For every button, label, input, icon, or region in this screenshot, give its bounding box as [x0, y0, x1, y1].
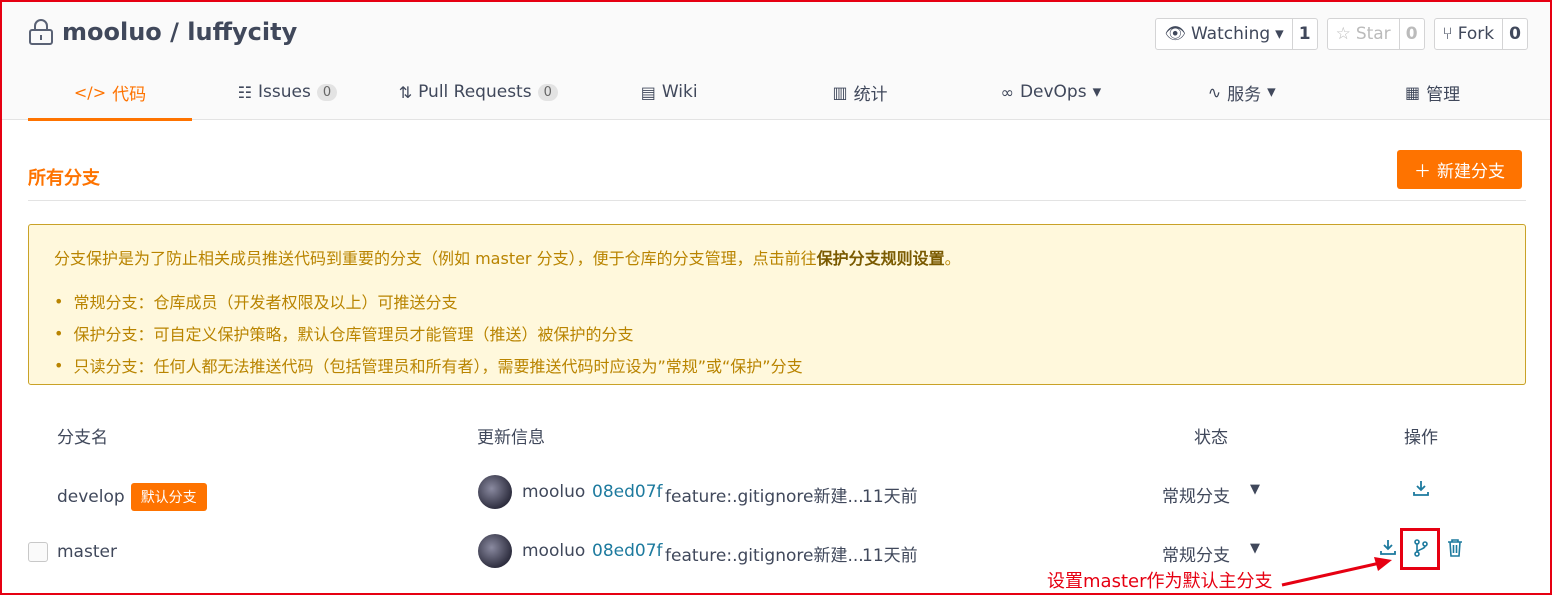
- star-label: Star: [1355, 24, 1391, 44]
- caret-down-icon: ▾: [1275, 24, 1284, 44]
- column-header-status: 状态: [1194, 428, 1228, 448]
- fork-icon: ⑂: [1442, 24, 1453, 44]
- infinity-icon: ∞: [1000, 82, 1014, 102]
- eye-icon: 👁: [1164, 24, 1186, 44]
- avatar[interactable]: [478, 475, 512, 509]
- delete-icon[interactable]: [1446, 538, 1464, 562]
- protection-rules-link[interactable]: 保护分支规则设置: [817, 249, 945, 268]
- watch-count[interactable]: 1: [1291, 19, 1317, 49]
- column-header-update: 更新信息: [477, 428, 545, 448]
- commit-time: 11天前: [862, 487, 918, 507]
- notice-list: 常规分支：仓库成员（开发者权限及以上）可推送分支 保护分支：可自定义保护策略，默…: [54, 285, 803, 381]
- annotation-text: 设置master作为默认主分支: [1047, 571, 1273, 592]
- tab-devops[interactable]: ∞ DevOps ▾: [955, 64, 1146, 120]
- caret-down-icon: ▾: [1267, 82, 1276, 102]
- tab-manage[interactable]: ▦ 管理: [1337, 64, 1528, 120]
- branch-name-link[interactable]: master: [57, 542, 117, 562]
- watch-button[interactable]: 👁 Watching ▾ 1: [1155, 18, 1318, 50]
- branch-select-checkbox[interactable]: [28, 542, 48, 562]
- repo-title: mooluo / luffycity: [28, 18, 297, 46]
- lock-icon: [28, 18, 54, 46]
- table-row: develop 默认分支 mooluo 08ed07f feature:.giti…: [28, 465, 1526, 523]
- commit-sha-link[interactable]: 08ed07f: [592, 482, 663, 502]
- issues-count-badge: 0: [316, 83, 338, 101]
- fork-count[interactable]: 0: [1502, 19, 1527, 49]
- column-header-name: 分支名: [57, 428, 108, 448]
- pr-count-badge: 0: [537, 83, 558, 101]
- tab-stats[interactable]: ▥ 统计: [765, 64, 956, 120]
- download-icon[interactable]: [1412, 479, 1430, 501]
- book-icon: ▤: [640, 82, 656, 102]
- commit-sha-link[interactable]: 08ed07f: [592, 541, 663, 561]
- branch-name-link[interactable]: develop: [57, 487, 125, 507]
- watch-label: Watching: [1190, 24, 1271, 44]
- default-branch-badge: 默认分支: [130, 483, 207, 511]
- pulse-icon: ∿: [1207, 82, 1222, 102]
- avatar[interactable]: [478, 534, 512, 568]
- chart-icon: ▥: [832, 82, 848, 102]
- tab-services[interactable]: ∿ 服务 ▾: [1146, 64, 1337, 120]
- branch-status-select[interactable]: 常规分支: [1162, 541, 1230, 566]
- commit-time: 11天前: [862, 546, 918, 566]
- commit-message-link[interactable]: feature:.gitignore新建...: [665, 482, 864, 507]
- repo-actions: 👁 Watching ▾ 1 ☆ Star 0 ⑂ Fork 0: [1155, 18, 1528, 50]
- star-button[interactable]: ☆ Star 0: [1326, 18, 1425, 50]
- branch-protection-notice: 分支保护是为了防止相关成员推送代码到重要的分支（例如 master 分支），便于…: [28, 224, 1526, 385]
- document-icon: ▦: [1405, 82, 1421, 102]
- author-link[interactable]: mooluo: [522, 541, 585, 561]
- tab-issues[interactable]: ☷ Issues 0: [192, 64, 383, 120]
- highlight-box: [1400, 528, 1440, 570]
- section-title: 所有分支: [28, 168, 100, 189]
- notice-item: 保护分支：可自定义保护策略，默认仓库管理员才能管理（推送）被保护的分支: [54, 317, 803, 349]
- column-header-ops: 操作: [1404, 428, 1438, 448]
- caret-down-icon[interactable]: ▼: [1250, 541, 1260, 556]
- annotation-arrow: [1281, 557, 1392, 587]
- fork-button[interactable]: ⑂ Fork 0: [1433, 18, 1528, 50]
- repo-path-link[interactable]: mooluo / luffycity: [62, 18, 297, 46]
- repo-tabs: </> 代码 ☷ Issues 0 ⇅ Pull Requests 0 ▤ Wiki ▥ 统计…: [28, 64, 1528, 121]
- pull-request-icon: ⇅: [398, 82, 413, 102]
- divider: [28, 200, 1526, 201]
- author-link[interactable]: mooluo: [522, 482, 585, 502]
- caret-down-icon[interactable]: ▼: [1250, 482, 1260, 497]
- notice-item: 只读分支：任何人都无法推送代码（包括管理员和所有者），需要推送代码时应设为”常规…: [54, 349, 802, 381]
- repo-header: mooluo / luffycity 👁 Watching ▾ 1 ☆ Star 0 …: [2, 2, 1550, 121]
- tab-pull-requests[interactable]: ⇅ Pull Requests 0: [383, 64, 574, 120]
- tab-wiki[interactable]: ▤ Wiki: [574, 64, 765, 120]
- notice-text: 分支保护是为了防止相关成员推送代码到重要的分支（例如 master 分支），便于…: [54, 249, 817, 268]
- caret-down-icon: ▾: [1092, 82, 1102, 102]
- plus-icon: ＋: [1414, 162, 1431, 182]
- branch-status-select[interactable]: 常规分支: [1162, 482, 1230, 507]
- fork-label: Fork: [1457, 24, 1495, 44]
- code-icon: </>: [73, 82, 107, 102]
- notice-item: 常规分支：仓库成员（开发者权限及以上）可推送分支: [54, 285, 803, 317]
- new-branch-button[interactable]: ＋新建分支: [1397, 150, 1522, 189]
- star-count[interactable]: 0: [1398, 19, 1424, 49]
- tab-code[interactable]: </> 代码: [28, 64, 192, 121]
- star-icon: ☆: [1335, 24, 1351, 44]
- commit-message-link[interactable]: feature:.gitignore新建...: [665, 541, 864, 566]
- issues-icon: ☷: [237, 82, 253, 102]
